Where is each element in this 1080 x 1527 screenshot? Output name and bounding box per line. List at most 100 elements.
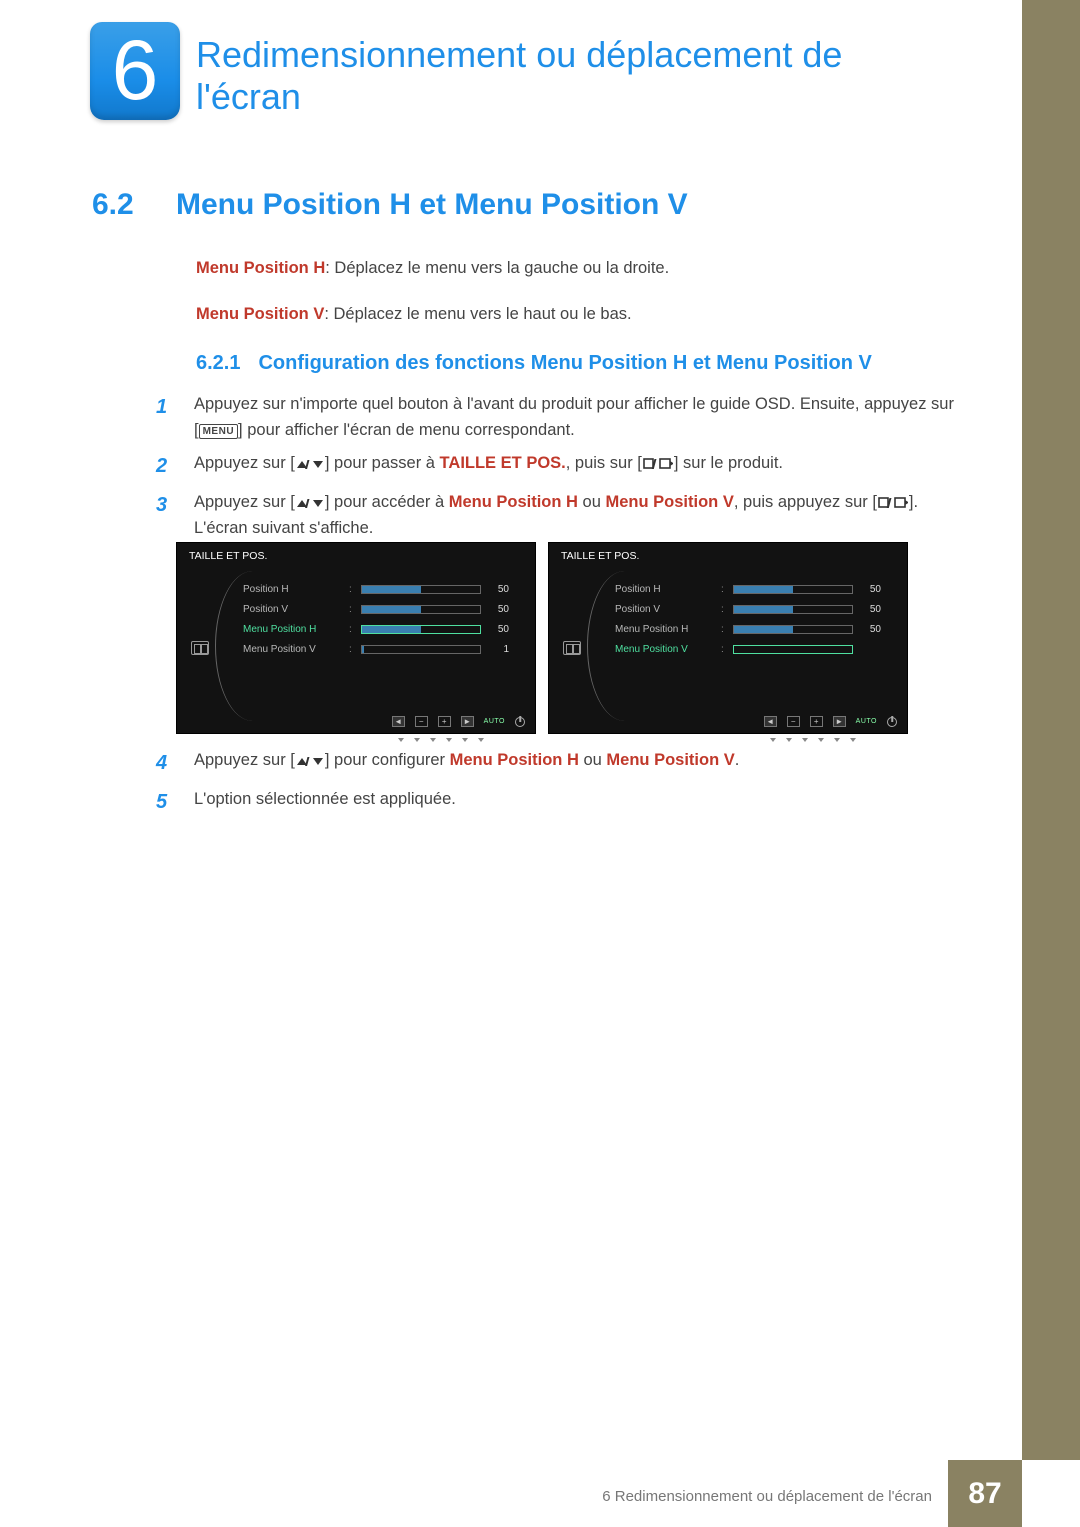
section-title: Menu Position H et Menu Position V [176,188,688,221]
osd-power-icon [515,717,525,727]
step-text: , puis sur [ [566,454,642,472]
step-number: 4 [156,748,194,779]
osd-item: Menu Position V : 1 [243,639,523,659]
osd-button-pointers [770,738,856,742]
osd-footer-buttons: ◄ − + ► AUTO [764,716,897,727]
osd-category-icon [563,641,581,655]
osd-minus-icon: − [415,716,428,727]
osd-minus-icon: − [787,716,800,727]
step-1: 1 Appuyez sur n'importe quel bouton à l'… [156,392,956,443]
up-down-icon [296,755,324,767]
osd-item-label: Menu Position V [243,644,343,655]
osd-screenshots: TAILLE ET POS. Position H : 50 Position … [176,542,908,734]
keyword: Menu Position V [606,751,734,769]
osd-item-selected: Menu Position V : [615,639,895,659]
osd-item-label: Menu Position H [243,624,343,635]
page-number-badge: 87 [948,1460,1022,1527]
osd-item: Position H : 50 [243,579,523,599]
osd-slider [361,625,481,634]
step-number: 2 [156,451,194,482]
menu-button-icon: MENU [199,424,238,439]
step-text: Appuyez sur [ [194,454,295,472]
step-2: 2 Appuyez sur [ ] pour passer à TAILLE ET… [156,451,956,482]
intro-h-desc: : Déplacez le menu vers la gauche ou la … [325,259,669,277]
osd-item-selected: Menu Position H : 50 [243,619,523,639]
osd-title: TAILLE ET POS. [561,550,639,562]
osd-colon: : [349,604,355,615]
osd-forward-icon: ► [461,716,474,727]
osd-category-icon [191,641,209,655]
step-number: 5 [156,787,194,818]
step-text: L'option sélectionnée est appliquée. [194,790,456,808]
osd-item-label: Position V [243,604,343,615]
step-text: ou [579,751,607,769]
step-3: 3 Appuyez sur [ ] pour accéder à Menu Pos… [156,490,956,541]
osd-colon: : [721,584,727,595]
osd-power-icon [887,717,897,727]
osd-colon: : [349,644,355,655]
osd-item-value: 50 [487,584,509,595]
step-text: ] pour afficher l'écran de menu correspo… [238,421,575,439]
keyword: Menu Position H [449,493,578,511]
intro-v-label: Menu Position V [196,305,324,323]
osd-item: Position V : 50 [615,599,895,619]
osd-item-list: Position H : 50 Position V : 50 Menu Pos… [243,579,523,659]
subsection-heading: 6.2.1Configuration des fonctions Menu Po… [196,352,872,375]
osd-panel-right: TAILLE ET POS. Position H : 50 Position … [548,542,908,734]
step-text: , puis appuyez sur [ [734,493,877,511]
intro-h-label: Menu Position H [196,259,325,277]
osd-slider [361,605,481,614]
step-text: ou [578,493,606,511]
steps-list-lower: 4 Appuyez sur [] pour configurer Menu Po… [156,748,956,826]
osd-item-value: 50 [859,624,881,635]
osd-slider [733,605,853,614]
osd-panel-left: TAILLE ET POS. Position H : 50 Position … [176,542,536,734]
enter-icon [878,496,908,510]
osd-item-label: Position V [615,604,715,615]
step-text: ] pour configurer [325,751,450,769]
osd-colon: : [349,624,355,635]
step-4: 4 Appuyez sur [] pour configurer Menu Po… [156,748,956,779]
step-number: 3 [156,490,194,541]
section-number: 6.2 [92,188,176,222]
osd-back-icon: ◄ [392,716,405,727]
page-footer: 6 Redimensionnement ou déplacement de l'… [0,1460,1080,1527]
osd-item-label: Menu Position H [615,624,715,635]
subsection-title: Configuration des fonctions Menu Positio… [258,352,871,374]
osd-item-label: Position H [615,584,715,595]
osd-item-value: 1 [487,644,509,655]
osd-item-label: Position H [243,584,343,595]
keyword: TAILLE ET POS. [440,454,566,472]
osd-slider [733,625,853,634]
step-text: ] pour passer à [325,454,440,472]
intro-block: Menu Position H: Déplacez le menu vers l… [196,256,956,347]
osd-plus-icon: + [810,716,823,727]
osd-slider [733,585,853,594]
osd-item: Position V : 50 [243,599,523,619]
keyword: Menu Position V [606,493,734,511]
osd-auto-label: AUTO [856,718,877,725]
osd-item-value: 50 [859,584,881,595]
step-text: ] pour accéder à [325,493,449,511]
osd-item-list: Position H : 50 Position V : 50 Menu Pos… [615,579,895,659]
osd-slider [733,645,853,654]
up-down-icon [296,497,324,509]
side-accent-bar [1022,0,1080,1460]
up-down-icon [296,458,324,470]
chapter-title: Redimensionnement ou déplacement de l'éc… [196,34,956,119]
osd-item-value: 50 [487,604,509,615]
osd-footer-buttons: ◄ − + ► AUTO [392,716,525,727]
step-number: 1 [156,392,194,443]
osd-button-pointers [398,738,484,742]
osd-item: Position H : 50 [615,579,895,599]
osd-forward-icon: ► [833,716,846,727]
osd-item-label: Menu Position V [615,644,715,655]
step-text: ] sur le produit. [674,454,783,472]
osd-item-value: 50 [859,604,881,615]
osd-colon: : [721,624,727,635]
step-5: 5 L'option sélectionnée est appliquée. [156,787,956,818]
osd-title: TAILLE ET POS. [189,550,267,562]
intro-v-desc: : Déplacez le menu vers le haut ou le ba… [324,305,631,323]
step-text: Appuyez sur [ [194,493,295,511]
osd-auto-label: AUTO [484,718,505,725]
